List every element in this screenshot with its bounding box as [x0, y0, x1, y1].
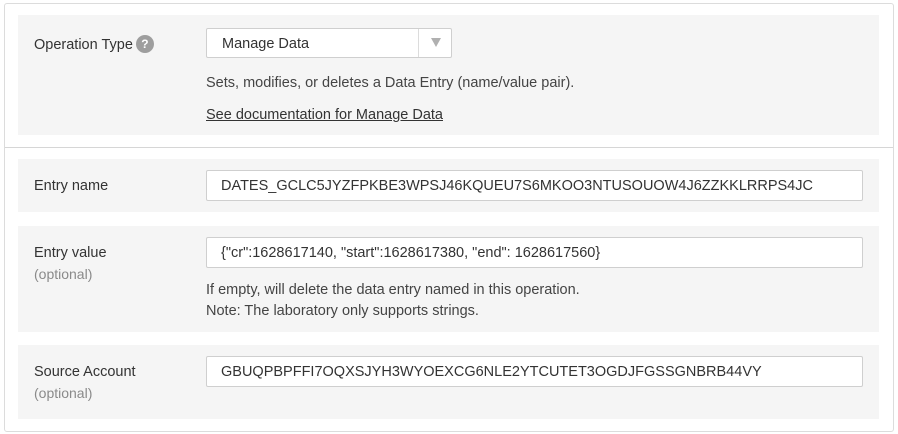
entry-value-input[interactable]	[206, 237, 863, 268]
entry-value-note-empty: If empty, will delete the data entry nam…	[206, 282, 580, 298]
source-account-optional-label: (optional)	[34, 385, 93, 401]
operation-description: Sets, modifies, or deletes a Data Entry …	[206, 75, 575, 91]
question-circle-icon[interactable]: ?	[135, 35, 154, 53]
operation-type-row: Operation Type? Manage Data Sets, modifi…	[18, 15, 879, 135]
entry-value-label: Entry value	[34, 245, 107, 261]
entry-value-row: Entry value (optional) If empty, will de…	[18, 226, 879, 332]
entry-value-optional-label: (optional)	[34, 266, 93, 282]
section-divider	[5, 147, 893, 148]
operation-panel: Operation Type? Manage Data Sets, modifi…	[4, 3, 894, 432]
chevron-down-icon[interactable]	[431, 38, 441, 47]
source-account-row: Source Account (optional)	[18, 345, 879, 419]
select-separator	[418, 29, 419, 57]
entry-name-input[interactable]	[206, 170, 863, 201]
operation-type-label-group: Operation Type?	[34, 35, 154, 54]
documentation-link[interactable]: See documentation for Manage Data	[206, 107, 443, 123]
source-account-label: Source Account	[34, 364, 136, 380]
entry-value-note-strings: Note: The laboratory only supports strin…	[206, 303, 479, 319]
operation-type-label: Operation Type	[34, 36, 133, 53]
operation-type-selected-value: Manage Data	[222, 36, 310, 52]
entry-name-label: Entry name	[34, 178, 109, 194]
source-account-input[interactable]	[206, 356, 863, 387]
operation-type-select[interactable]: Manage Data	[206, 28, 452, 58]
entry-name-row: Entry name	[18, 159, 879, 212]
